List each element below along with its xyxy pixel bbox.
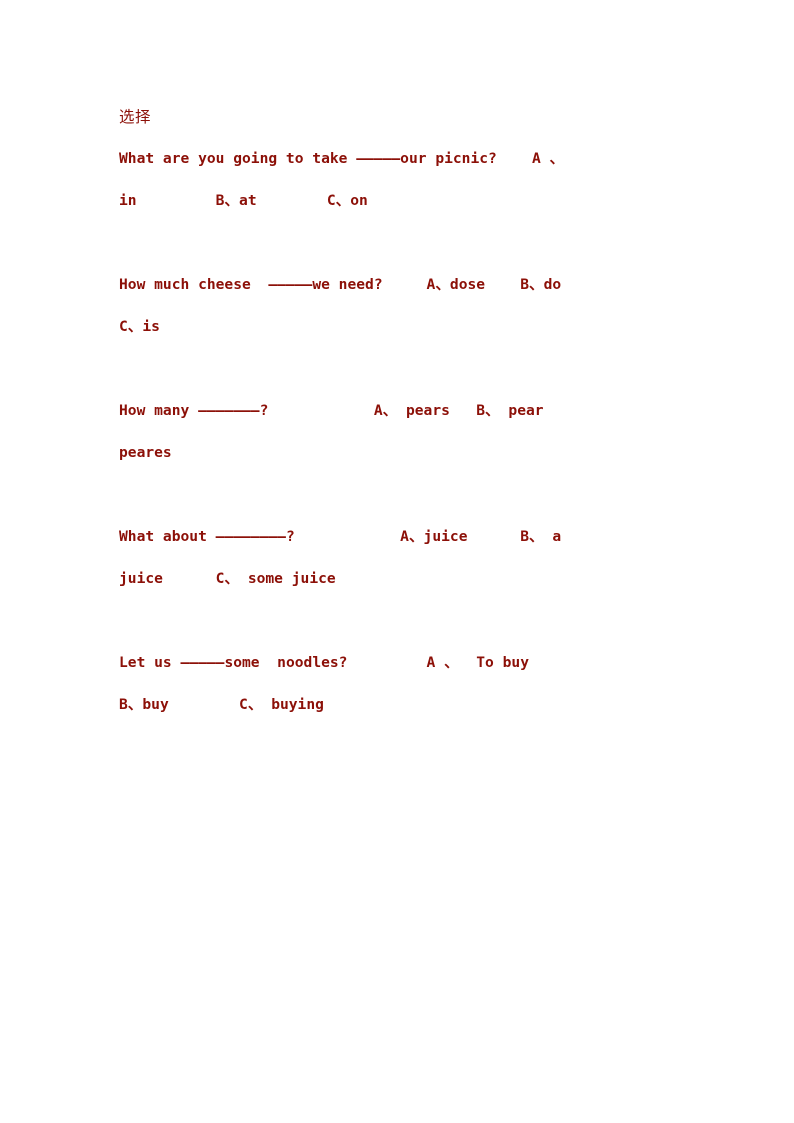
- question-2-options-inline: we need? A、dose B、do: [312, 276, 562, 293]
- question-4-blank: ————————: [215, 528, 286, 545]
- question-gap-3: [119, 474, 689, 516]
- question-2-blank: —————: [268, 276, 313, 293]
- question-4-stem: What about: [119, 528, 216, 545]
- question-gap-2: [119, 348, 689, 390]
- section-heading: 选择: [119, 108, 152, 126]
- question-5-blank: —————: [180, 654, 225, 671]
- question-5-options-inline: some noodles? A 、 To buy: [224, 654, 529, 671]
- question-3-blank: ———————: [198, 402, 260, 419]
- question-1-blank: —————: [356, 150, 401, 167]
- question-1-options-inline: our picnic? A 、: [400, 150, 565, 167]
- question-1-options-line2: in B、at C、on: [119, 192, 368, 209]
- question-gap-1: [119, 222, 689, 264]
- question-2-options-line2: C、is: [119, 318, 160, 335]
- question-3-options-inline: ? A、 pears B、 pear: [259, 402, 544, 419]
- document-body: 选择 What are you going to take —————our p…: [119, 96, 689, 726]
- question-1: What are you going to take —————our picn…: [119, 138, 689, 222]
- question-2-stem: How much cheese: [119, 276, 269, 293]
- question-2: How much cheese —————we need? A、dose B、d…: [119, 264, 689, 348]
- question-3-options-line2: peares: [119, 444, 172, 461]
- question-5-stem: Let us: [119, 654, 181, 671]
- document-page: 选择 What are you going to take —————our p…: [0, 0, 794, 1123]
- question-5-options-line2: B、buy C、 buying: [119, 696, 324, 713]
- question-1-stem: What are you going to take: [119, 150, 357, 167]
- question-4-options-inline: ? A、juice B、 a: [285, 528, 562, 545]
- question-3-stem: How many: [119, 402, 199, 419]
- question-3: How many ———————? A、 pears B、 pear peare…: [119, 390, 689, 474]
- question-5: Let us —————some noodles? A 、 To buy B、b…: [119, 642, 689, 726]
- question-4-options-line2: juice C、 some juice: [119, 570, 336, 587]
- question-gap-4: [119, 600, 689, 642]
- question-4: What about ————————? A、juice B、 a juice …: [119, 516, 689, 600]
